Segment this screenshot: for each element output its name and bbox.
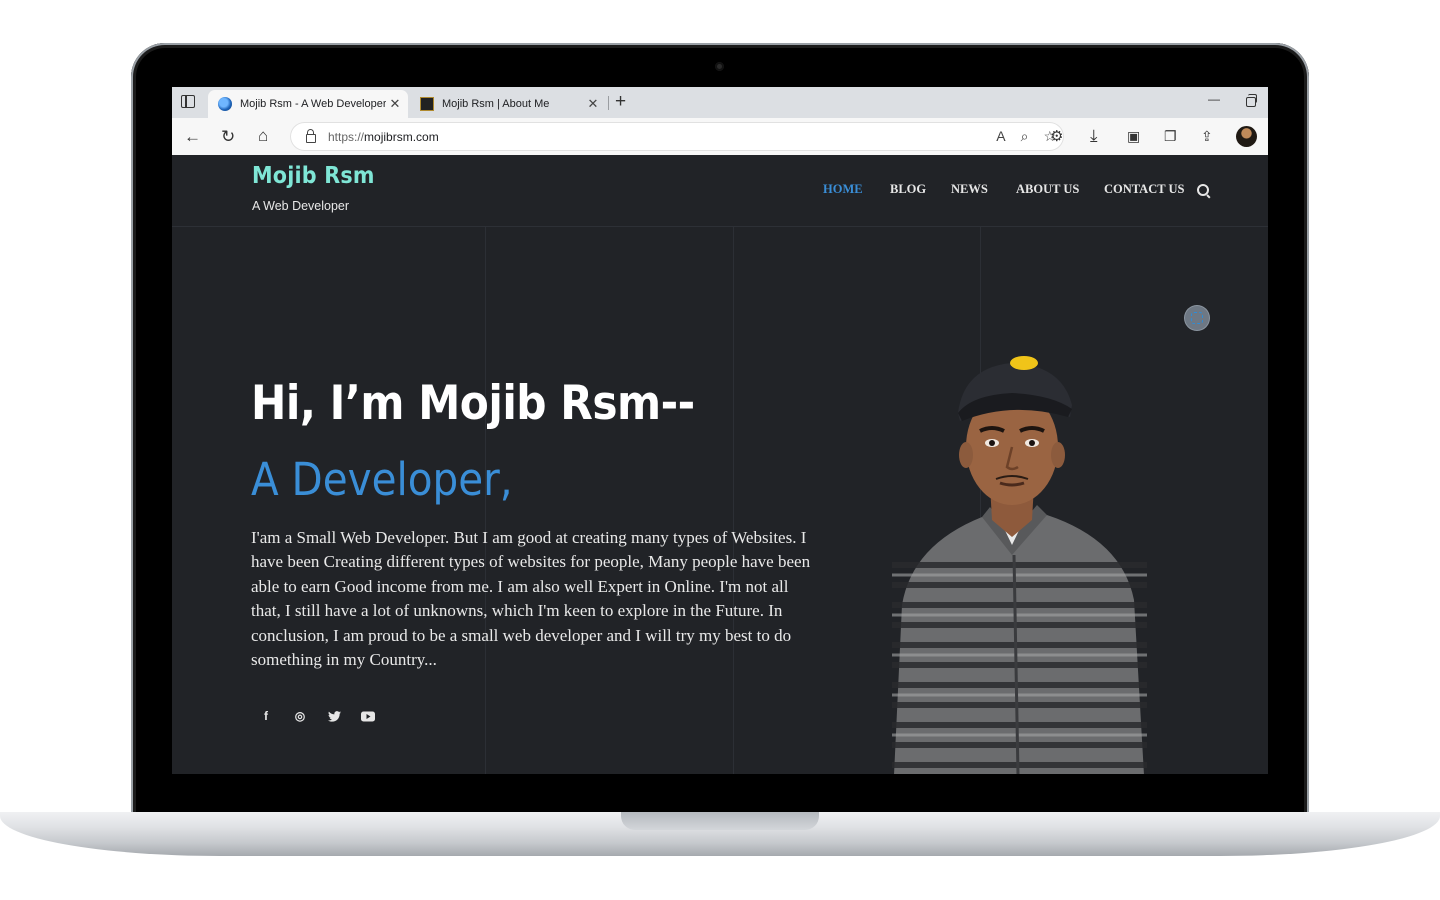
screen: Mojib Rsm - A Web Developer ✕ Mojib Rsm … [172, 87, 1268, 774]
refresh-icon[interactable]: ↻ [221, 128, 235, 146]
address-tools: A ⌕ ☆ [996, 128, 1056, 145]
zoom-icon[interactable]: ⌕ [1021, 128, 1029, 145]
restore-icon[interactable] [1246, 94, 1257, 107]
site-title[interactable]: Mojib Rsm [252, 163, 375, 189]
camera-icon [715, 62, 724, 71]
site-favicon-icon [420, 97, 434, 111]
nav-news[interactable]: NEWS [951, 182, 988, 197]
read-aloud-icon[interactable]: A [996, 128, 1005, 145]
facebook-icon[interactable]: f [256, 706, 276, 726]
youtube-icon[interactable] [358, 706, 378, 726]
profile-avatar[interactable] [1236, 126, 1257, 147]
nav-home[interactable]: HOME [823, 182, 863, 197]
twitter-icon[interactable] [324, 706, 344, 726]
address-bar[interactable]: https://mojibrsm.com A ⌕ ☆ [290, 122, 1064, 151]
back-icon[interactable]: ← [184, 128, 201, 146]
share-icon[interactable]: ⇪ [1201, 127, 1213, 145]
nav-about-us[interactable]: ABOUT US [1016, 182, 1079, 197]
home-icon[interactable]: ⌂ [258, 127, 268, 145]
minimize-icon[interactable]: — [1208, 92, 1220, 106]
screenshot-icon[interactable]: ▣ [1127, 127, 1140, 145]
site-tagline: A Web Developer [252, 199, 350, 213]
social-links: f ◎ [256, 706, 378, 726]
nav-blog[interactable]: BLOG [890, 182, 926, 197]
search-icon[interactable] [1197, 184, 1209, 196]
download-icon[interactable]: ⤓ [1090, 127, 1098, 145]
tab-bar: Mojib Rsm - A Web Developer ✕ Mojib Rsm … [172, 87, 1268, 118]
nav-contact-us[interactable]: CONTACT US [1104, 182, 1184, 197]
tab-inactive[interactable]: Mojib Rsm | About Me ✕ [410, 90, 606, 118]
visual-search-button[interactable] [1185, 306, 1209, 330]
website: Mojib Rsm A Web Developer HOME BLOG NEWS… [172, 155, 1268, 774]
hero-heading: Hi, I’m Mojib Rsm-- [251, 376, 695, 431]
collections-icon[interactable]: ❐ [1164, 127, 1177, 145]
hero-paragraph: I'am a Small Web Developer. But I am goo… [251, 528, 811, 670]
close-icon[interactable]: ✕ [386, 96, 404, 112]
grid-divider [733, 227, 734, 774]
site-favicon-icon [218, 97, 232, 111]
extensions-icon[interactable]: ⚙ [1050, 128, 1063, 146]
browser-toolbar: ← ↻ ⌂ https://mojibrsm.com A ⌕ ☆ ⚙ ⤓ ▣ ❐… [172, 118, 1268, 156]
tab-actions-icon[interactable] [181, 95, 195, 108]
laptop-notch [621, 812, 819, 830]
site-header: Mojib Rsm A Web Developer HOME BLOG NEWS… [172, 155, 1268, 227]
hero-subheading: A Developer, [251, 453, 513, 506]
tab-title: Mojib Rsm - A Web Developer [240, 98, 386, 110]
tab-active[interactable]: Mojib Rsm - A Web Developer ✕ [208, 90, 408, 118]
profile-photo [892, 356, 1147, 774]
lock-icon [306, 129, 316, 143]
close-icon[interactable]: ✕ [584, 96, 602, 112]
instagram-icon[interactable]: ◎ [290, 706, 310, 726]
new-tab-icon[interactable]: + [615, 91, 626, 113]
address-url: https://mojibrsm.com [328, 129, 439, 144]
tab-title: Mojib Rsm | About Me [442, 98, 550, 110]
tab-separator [608, 96, 609, 110]
